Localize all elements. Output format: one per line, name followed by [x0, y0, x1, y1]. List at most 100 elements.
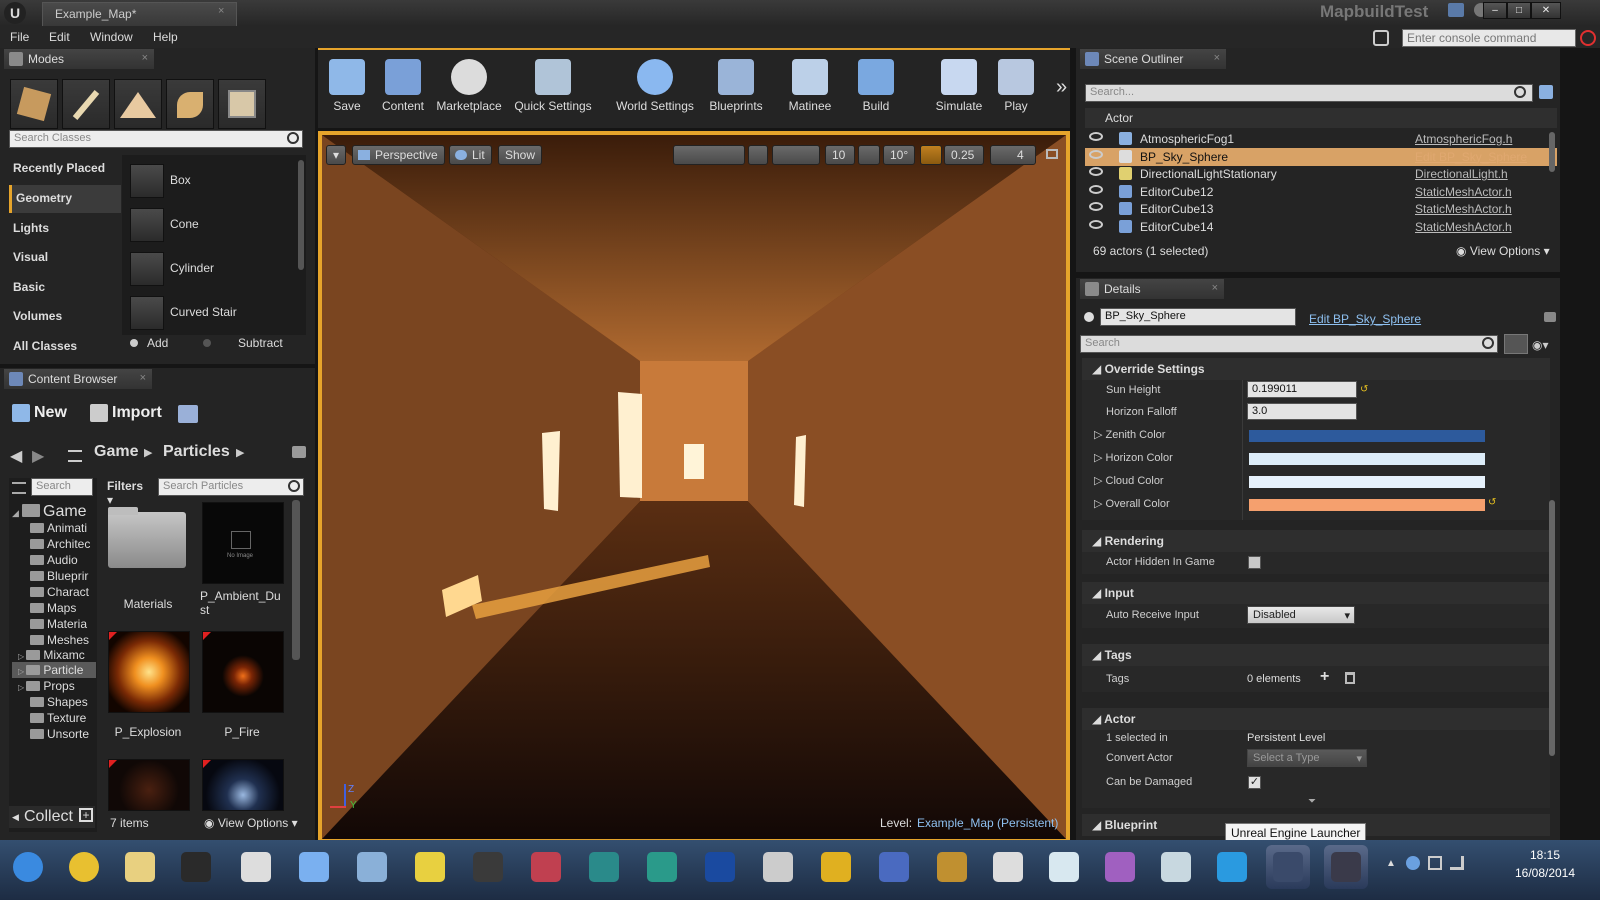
feedback-icon[interactable] — [1448, 3, 1464, 17]
visibility-eye-icon[interactable] — [1089, 149, 1103, 159]
new-button[interactable]: New — [8, 398, 84, 430]
console-input[interactable]: Enter console command — [1402, 29, 1576, 47]
talk-icon[interactable] — [1042, 845, 1086, 889]
sun-height-input[interactable]: 0.199011 — [1247, 381, 1357, 398]
matinee-button[interactable]: Matinee — [783, 53, 837, 119]
notes-icon[interactable] — [1154, 845, 1198, 889]
quick-settings-button[interactable]: Quick Settings — [511, 53, 595, 119]
alienware-icon[interactable] — [234, 845, 278, 889]
tree-folder-mixamo[interactable]: ▷ Mixamc — [18, 648, 85, 662]
document-tab[interactable]: Example_Map* — [42, 2, 237, 26]
lit-button[interactable]: Lit — [449, 145, 492, 165]
tree-folder-textures[interactable]: Texture — [30, 711, 86, 725]
maya-icon[interactable] — [582, 845, 626, 889]
add-radio[interactable] — [130, 339, 138, 347]
horizon-color-swatch[interactable] — [1249, 453, 1485, 465]
section-rendering[interactable]: ◢ Rendering — [1082, 530, 1550, 552]
menu-file[interactable]: File — [10, 30, 29, 44]
scrollbar[interactable] — [1549, 500, 1555, 756]
save-button[interactable]: Save — [328, 53, 366, 119]
league-icon[interactable] — [930, 845, 974, 889]
tree-folder-unsorted[interactable]: Unsorte — [30, 727, 89, 741]
visibility-eye-icon[interactable] — [1089, 184, 1103, 194]
reset-default-icon[interactable]: ↺ — [1360, 384, 1368, 395]
outliner-column-header[interactable]: Actor — [1085, 108, 1557, 128]
place-mode-button[interactable] — [10, 79, 58, 129]
outliner-search-input[interactable]: Search... — [1085, 84, 1533, 102]
close-icon[interactable]: × — [1214, 52, 1220, 64]
chrome-icon[interactable] — [62, 845, 106, 889]
import-button[interactable]: Import — [88, 398, 172, 430]
asset-p-fire[interactable] — [202, 631, 284, 713]
tree-folder-animations[interactable]: Animati — [30, 521, 87, 535]
scrollbar[interactable] — [1549, 132, 1555, 172]
actor-type-link[interactable]: StaticMeshActor.h — [1415, 185, 1512, 199]
tree-folder-blueprints[interactable]: Blueprir — [30, 569, 88, 583]
explorer-icon[interactable] — [118, 845, 162, 889]
document-tab-close-icon[interactable]: × — [218, 5, 224, 17]
world-local-button[interactable] — [748, 145, 768, 165]
actor-name-input[interactable]: BP_Sky_Sphere — [1100, 308, 1296, 326]
visibility-eye-icon[interactable] — [1089, 202, 1103, 212]
outliner-row[interactable]: EditorCube14 StaticMeshActor.h — [1085, 218, 1557, 236]
audio-icon[interactable] — [814, 845, 858, 889]
category-visual[interactable]: Visual — [9, 244, 121, 272]
blueprints-button[interactable]: Blueprints — [703, 53, 769, 119]
property-matrix-icon[interactable] — [1504, 334, 1528, 354]
geometry-item-cone[interactable]: Cone — [128, 204, 292, 244]
tree-folder-characters[interactable]: Charact — [30, 585, 89, 599]
outliner-row[interactable]: EditorCube13 StaticMeshActor.h — [1085, 200, 1557, 218]
surface-snap-button[interactable] — [772, 145, 820, 165]
visibility-eye-icon[interactable] — [1089, 220, 1103, 229]
expand-arrow-icon[interactable]: ▷ — [1094, 452, 1106, 464]
clock-date[interactable]: 16/08/2014 — [1505, 866, 1585, 880]
unreal-icon[interactable] — [1266, 845, 1310, 889]
close-icon[interactable]: × — [142, 52, 148, 64]
printer-icon[interactable] — [350, 845, 394, 889]
view-options-button[interactable]: ◉ View Options ▾ — [204, 816, 298, 830]
unreal-logo-icon[interactable]: U — [4, 2, 26, 24]
tree-folder-maps[interactable]: Maps — [30, 601, 76, 615]
paint-mode-button[interactable] — [62, 79, 110, 129]
r-icon[interactable] — [872, 845, 916, 889]
actor-type-link[interactable]: StaticMeshActor.h — [1415, 220, 1512, 234]
zenith-color-swatch[interactable] — [1249, 430, 1485, 442]
asset-thumbnail[interactable] — [108, 759, 190, 811]
visibility-eye-icon[interactable] — [1089, 167, 1103, 177]
expand-arrow-icon[interactable]: ▷ — [1094, 429, 1106, 441]
simulate-button[interactable]: Simulate — [933, 53, 985, 119]
steam-icon[interactable] — [174, 845, 218, 889]
category-basic[interactable]: Basic — [9, 274, 121, 302]
close-icon[interactable]: × — [1212, 282, 1218, 294]
breadcrumb-particles[interactable]: Particles — [163, 443, 230, 461]
overall-color-swatch[interactable] — [1249, 499, 1485, 511]
photoshop-icon[interactable] — [698, 845, 742, 889]
tree-folder-particles[interactable]: ▷ Particle — [18, 663, 83, 677]
forward-icon[interactable]: ▶ — [32, 446, 44, 466]
unreal-active-icon[interactable] — [1324, 845, 1368, 889]
search-classes-input[interactable]: Search Classes — [9, 130, 303, 148]
cat-icon[interactable] — [1098, 845, 1142, 889]
pdf-icon[interactable] — [408, 845, 452, 889]
tree-root-game[interactable]: Game — [22, 503, 87, 521]
pen-icon[interactable] — [986, 845, 1030, 889]
outliner-row[interactable]: EditorCube12 StaticMeshActor.h — [1085, 183, 1557, 201]
tray-volume-icon[interactable] — [1428, 856, 1442, 870]
asset-p-explosion[interactable] — [108, 631, 190, 713]
section-override-settings[interactable]: ◢ Override Settings — [1082, 358, 1550, 380]
category-geometry[interactable]: Geometry — [9, 185, 121, 213]
maximize-button[interactable]: □ — [1507, 2, 1531, 19]
marketplace-button[interactable]: Marketplace — [434, 53, 504, 119]
game-icon[interactable] — [524, 845, 568, 889]
build-button[interactable]: Build — [853, 53, 899, 119]
menu-edit[interactable]: Edit — [49, 30, 70, 44]
close-button[interactable]: ✕ — [1531, 2, 1561, 19]
save-all-icon[interactable] — [178, 405, 198, 423]
network-icon[interactable] — [292, 845, 336, 889]
outliner-row[interactable]: AtmosphericFog1 AtmosphericFog.h — [1085, 130, 1557, 148]
details-search-input[interactable]: Search — [1080, 335, 1498, 353]
lock-icon[interactable] — [1544, 312, 1556, 322]
actor-type-link[interactable]: AtmosphericFog.h — [1415, 132, 1512, 146]
geometry-item-box[interactable]: Box — [128, 160, 292, 200]
visibility-eye-icon[interactable] — [1089, 132, 1103, 141]
